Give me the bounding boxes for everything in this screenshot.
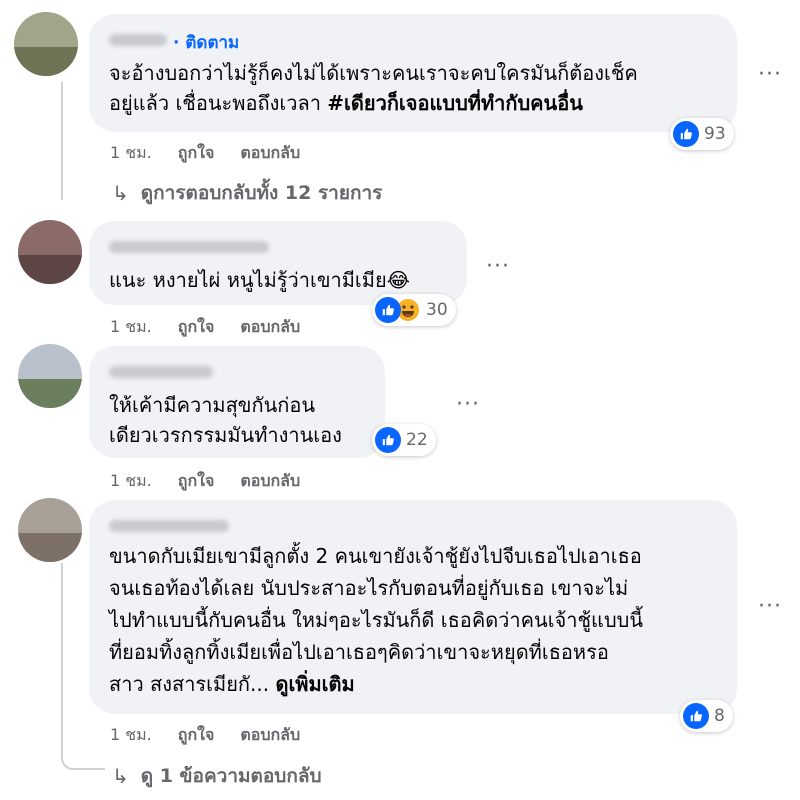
timestamp[interactable]: 1 ชม. [110, 315, 152, 340]
more-options-icon[interactable]: ··· [758, 64, 782, 86]
like-icon [375, 427, 401, 453]
comment-actions: 1 ชม. ถูกใจ ตอบกลับ [110, 315, 300, 340]
comment-bubble: ให้เค้ามีความสุขกันก่อน เดียวเวรกรรมมันท… [89, 346, 385, 458]
comment-bubble: แนะ หงายไผ่ หนูไม่รู้ว่าเขามีเมีย😂 [89, 221, 467, 305]
like-button[interactable]: ถูกใจ [178, 723, 215, 748]
reaction-count: 30 [426, 300, 448, 320]
avatar[interactable] [18, 220, 82, 284]
comment-actions: 1 ชม. ถูกใจ ตอบกลับ [110, 723, 300, 748]
reply-button[interactable]: ตอบกลับ [240, 315, 300, 340]
reply-button[interactable]: ตอบกลับ [240, 469, 300, 494]
avatar[interactable] [14, 12, 78, 76]
more-options-icon[interactable]: ··· [758, 596, 782, 618]
like-icon [683, 703, 709, 729]
like-button[interactable]: ถูกใจ [178, 141, 215, 166]
commenter-name[interactable] [109, 34, 167, 46]
timestamp[interactable]: 1 ชม. [110, 469, 152, 494]
reply-button[interactable]: ตอบกลับ [240, 723, 300, 748]
like-icon [673, 121, 699, 147]
avatar[interactable] [18, 498, 82, 562]
reaction-count: 22 [406, 430, 428, 450]
reply-arrow-icon: ↳ [112, 764, 129, 788]
more-options-icon[interactable]: ··· [456, 394, 480, 416]
reaction-summary[interactable]: 8 [680, 700, 733, 732]
comment-bubble: ขนาดกับเมียเขามีลูกตั้ง 2 คนเขายังเจ้าชู… [89, 500, 737, 714]
comment-text: ขนาดกับเมียเขามีลูกตั้ง 2 คนเขายังเจ้าชู… [109, 544, 644, 696]
commenter-name[interactable] [109, 241, 269, 253]
view-replies-link[interactable]: ↳ ดู 1 ข้อความตอบกลับ [112, 761, 322, 791]
timestamp[interactable]: 1 ชม. [110, 141, 152, 166]
reaction-summary[interactable]: 22 [372, 424, 436, 456]
more-options-icon[interactable]: ··· [486, 256, 510, 278]
see-more-link[interactable]: ดูเพิ่มเติม [275, 672, 354, 696]
comment-actions: 1 ชม. ถูกใจ ตอบกลับ [110, 141, 300, 166]
hashtag-link[interactable]: #เดียวก็เจอแบบที่ทำกับคนอื่น [327, 91, 583, 115]
thread-line [61, 82, 63, 200]
comment-text: แนะ หงายไผ่ หนูไม่รู้ว่าเขามีเมีย😂 [109, 268, 411, 292]
avatar[interactable] [18, 344, 82, 408]
comment-actions: 1 ชม. ถูกใจ ตอบกลับ [110, 469, 300, 494]
comment-text: จะอ้างบอกว่าไม่รู้ก็คงไม่ได้เพราะคนเราจะ… [109, 61, 638, 115]
reply-button[interactable]: ตอบกลับ [240, 141, 300, 166]
reply-arrow-icon: ↳ [112, 181, 129, 205]
follow-button[interactable]: · ติดตาม [173, 29, 239, 56]
like-button[interactable]: ถูกใจ [178, 469, 215, 494]
commenter-name[interactable] [109, 520, 229, 532]
timestamp[interactable]: 1 ชม. [110, 723, 152, 748]
comment-bubble: · ติดตาม จะอ้างบอกว่าไม่รู้ก็คงไม่ได้เพร… [89, 14, 737, 132]
thread-line [61, 563, 63, 743]
reaction-summary[interactable]: 93 [670, 118, 734, 150]
like-icon [375, 297, 401, 323]
reaction-count: 8 [714, 706, 725, 726]
reaction-count: 93 [704, 124, 726, 144]
thread-connector [61, 740, 105, 770]
reaction-summary[interactable]: 30 [372, 294, 456, 326]
view-replies-link[interactable]: ↳ ดูการตอบกลับทั้ง 12 รายการ [112, 178, 382, 208]
comment-text: ให้เค้ามีความสุขกันก่อน เดียวเวรกรรมมันท… [109, 393, 342, 447]
like-button[interactable]: ถูกใจ [178, 315, 215, 340]
commenter-name[interactable] [109, 366, 213, 378]
